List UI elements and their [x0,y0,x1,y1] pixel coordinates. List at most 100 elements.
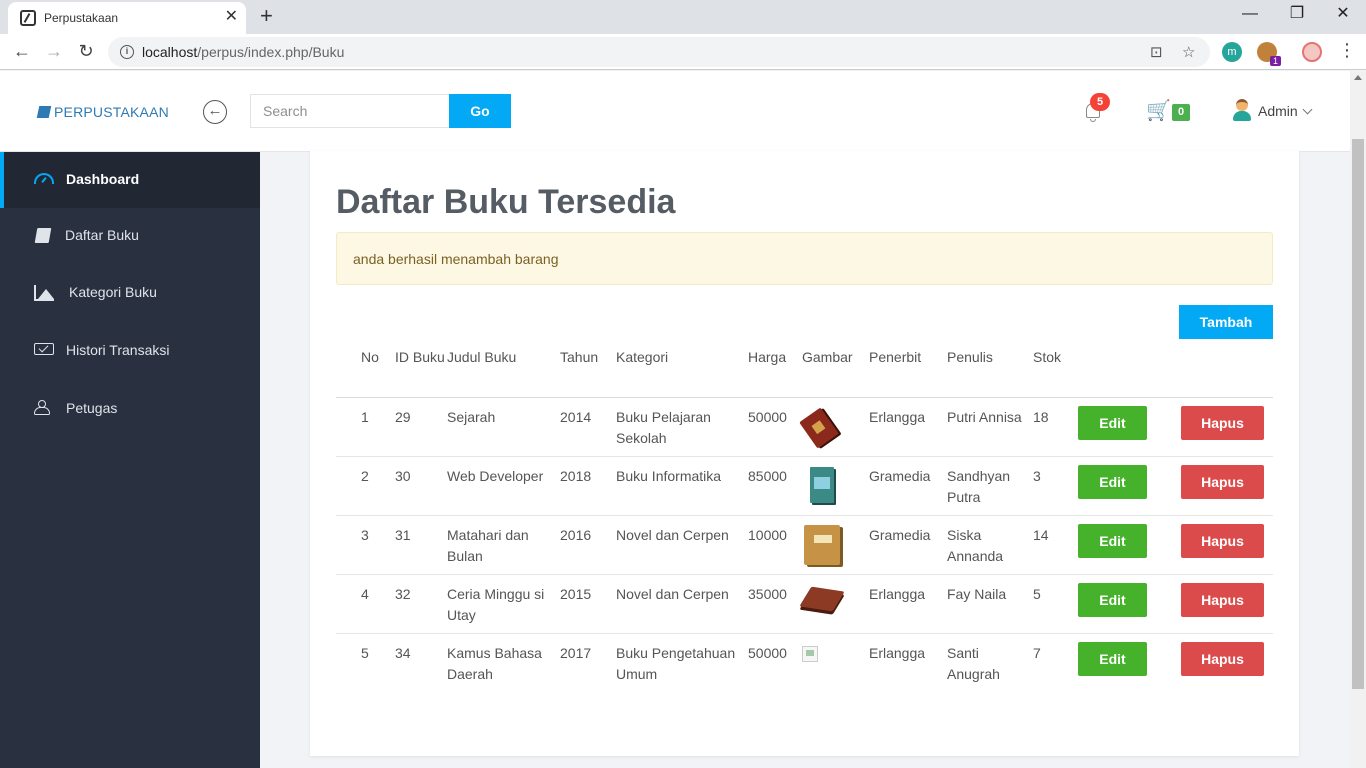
cell-gambar [802,456,869,516]
cell-kategori: Buku Informatika [616,456,748,516]
cell-kategori: Novel dan Cerpen [616,574,748,634]
user-menu[interactable]: Admin [1258,103,1313,119]
sidebar-item-dashboard[interactable]: Dashboard [0,152,260,208]
brand-logo[interactable]: PERPUSTAKAAN [36,104,169,120]
cell-id: 31 [395,515,447,575]
scrollbar-thumb[interactable] [1352,139,1364,689]
minimize-icon[interactable]: — [1240,4,1260,24]
content-card: Daftar Buku Tersedia anda berhasil menam… [310,151,1299,756]
cell-kategori: Novel dan Cerpen [616,515,748,575]
area-chart-icon [34,285,54,301]
edit-button[interactable]: Edit [1078,641,1147,676]
cell-stok: 7 [1033,644,1041,661]
cell-kategori: Buku Pelajaran Sekolah [616,397,748,457]
page-scrollbar[interactable] [1350,71,1366,768]
col-header-harga: Harga [748,347,802,398]
cell-no: 2 [336,456,395,516]
cell-edit: Edit [1078,574,1181,634]
dashboard-icon [34,173,54,184]
book-cover-image [799,583,845,623]
delete-button[interactable]: Hapus [1181,641,1264,676]
cell-gambar [802,633,869,713]
url-text: localhost/perpus/index.php/Buku [142,44,345,60]
sidebar-item-petugas[interactable]: Petugas [0,381,260,437]
table-row: 1 29 Sejarah 2014 Buku Pelajaran Sekolah… [336,397,1273,457]
delete-button[interactable]: Hapus [1181,464,1264,499]
tab-close-icon[interactable]: ✕ [225,8,238,26]
cell-penulis: Sandhyan Putra [947,456,1033,516]
delete-button[interactable]: Hapus [1181,523,1264,558]
delete-button[interactable]: Hapus [1181,582,1264,617]
sidebar-item-label: Kategori Buku [69,284,157,300]
info-icon[interactable]: i [120,45,134,59]
cell-tahun: 2015 [560,574,616,634]
edit-button[interactable]: Edit [1078,523,1147,558]
col-header-no: No [336,347,395,398]
edit-button[interactable]: Edit [1078,582,1147,617]
cell-hapus: Hapus [1181,574,1273,634]
cell-id: 29 [395,397,447,457]
sidebar-item-daftar-buku[interactable]: Daftar Buku [0,208,260,264]
new-tab-icon[interactable]: + [260,4,273,28]
table-row: 5 34 Kamus Bahasa Daerah 2017 Buku Penge… [336,633,1273,713]
browser-tab[interactable]: Perpustakaan ✕ [8,2,246,34]
cell-harga: 50000 [748,644,787,661]
sidebar-item-label: Dashboard [66,171,140,187]
user-avatar[interactable] [1232,99,1252,121]
page-title: Daftar Buku Tersedia [336,183,676,221]
maximize-icon[interactable]: ❐ [1287,4,1307,24]
cell-tahun: 2016 [560,515,616,575]
table-row: 4 32 Ceria Minggu si Utay 2015 Novel dan… [336,574,1273,634]
cell-stok: 14 [1033,515,1078,575]
cell-id: 32 [395,574,447,634]
reload-icon[interactable]: ↻ [75,40,97,62]
book-icon [36,106,52,118]
cell-penerbit: Gramedia [869,515,947,575]
edit-button[interactable]: Edit [1078,405,1147,440]
cell-penerbit: Erlangga [869,397,947,457]
cell-penerbit: Gramedia [869,456,947,516]
forward-arrow-icon[interactable]: → [43,40,65,62]
sidebar-item-histori-transaksi[interactable]: Histori Transaksi [0,323,260,379]
cell-no: 4 [336,574,395,634]
edit-button[interactable]: Edit [1078,464,1147,499]
cell-edit: Edit [1078,633,1181,713]
cell-harga: 35000 [748,574,802,634]
favicon-icon [20,10,36,26]
cart-badge: 0 [1172,104,1190,121]
scroll-up-arrow-icon[interactable] [1354,75,1362,80]
cell-no: 5 [361,644,369,661]
add-book-button[interactable]: Tambah [1179,305,1273,339]
delete-button[interactable]: Hapus [1181,405,1264,440]
users-icon [34,400,50,415]
success-alert: anda berhasil menambah barang [336,232,1273,285]
browser-toolbar: ← → ↻ i localhost/perpus/index.php/Buku … [0,34,1366,70]
extension-m-icon[interactable]: m [1222,42,1242,62]
cell-no: 3 [336,515,395,575]
book-cover-image [802,465,842,505]
cell-penerbit: Erlangga [869,574,947,634]
col-header-hapus [1181,347,1273,398]
cell-harga: 10000 [748,515,802,575]
cart-icon[interactable]: 🛒 [1146,101,1171,121]
sidebar-item-kategori-buku[interactable]: Kategori Buku [0,265,260,321]
tab-title: Perpustakaan [44,11,119,25]
sidebar-toggle-back-icon[interactable]: ← [203,100,227,124]
cell-id: 34 [395,644,411,661]
bookmark-star-icon[interactable]: ☆ [1182,43,1195,61]
translate-icon[interactable]: ⊡ [1150,43,1163,61]
col-header-tahun: Tahun [560,347,616,398]
cell-hapus: Hapus [1181,633,1273,713]
profile-avatar-icon[interactable] [1302,42,1322,62]
back-arrow-icon[interactable]: ← [11,40,33,62]
browser-menu-icon[interactable]: ⋮ [1338,40,1356,61]
window-close-icon[interactable]: ✕ [1333,4,1353,24]
extension-icon[interactable]: 1 [1257,42,1281,66]
go-button[interactable]: Go [449,94,511,128]
book-cover-image [802,524,842,565]
cell-judul: Sejarah [447,397,560,457]
search-input[interactable] [250,94,450,128]
history-icon [34,343,54,355]
cell-no: 1 [336,397,395,457]
address-bar[interactable]: i localhost/perpus/index.php/Buku ⊡ ☆ [108,37,1210,67]
